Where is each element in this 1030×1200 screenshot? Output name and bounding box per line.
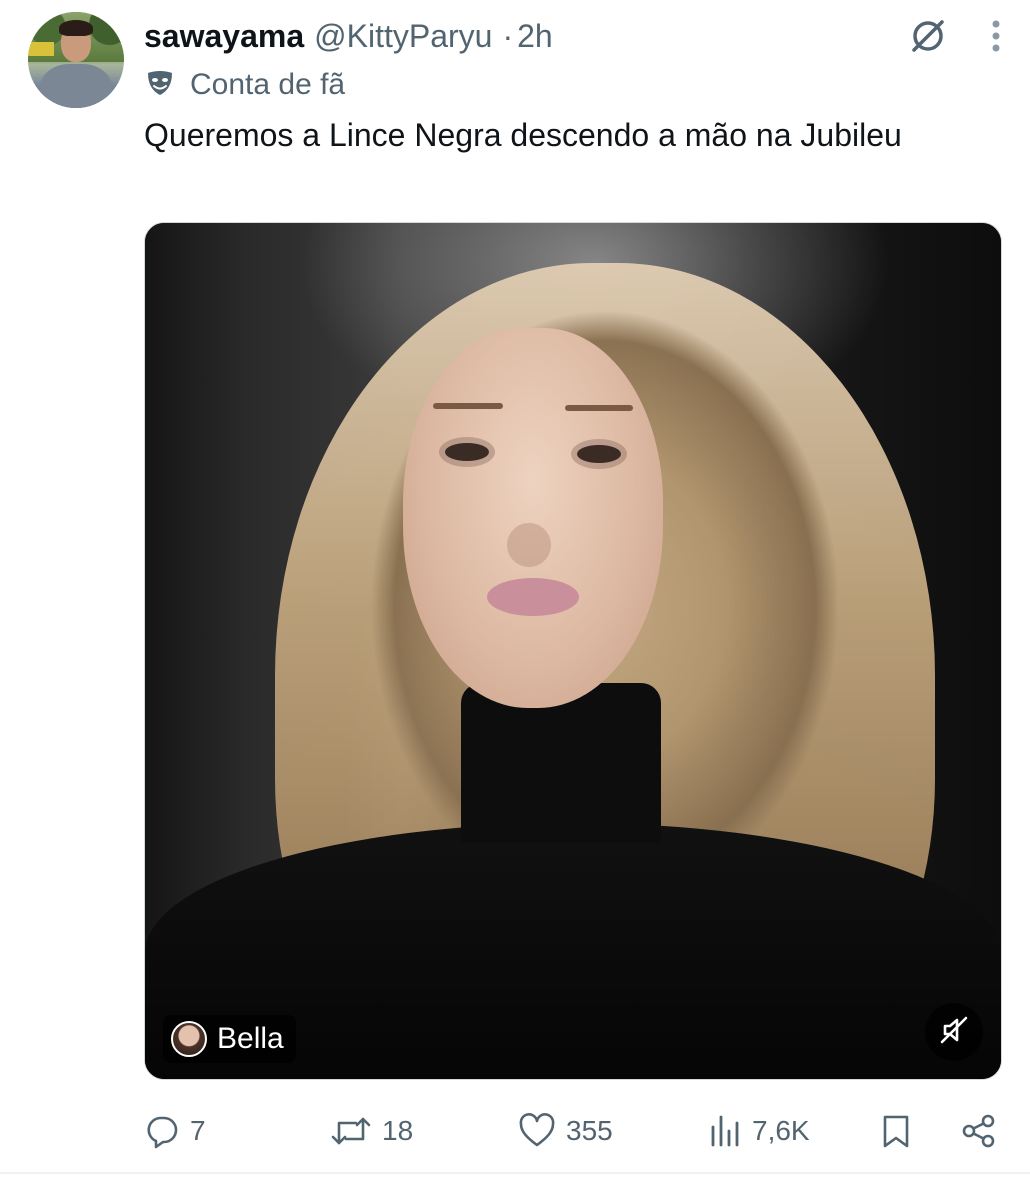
tweet-card: sawayama @KittyParyu · 2h Conta de fã Qu…	[0, 0, 1030, 1200]
share-button[interactable]	[960, 1113, 998, 1149]
media-creator-badge[interactable]: Bella	[163, 1015, 296, 1063]
reply-count: 7	[190, 1115, 206, 1146]
badge-avatar	[171, 1021, 207, 1057]
meta-separator: ·	[502, 17, 514, 54]
retweet-count: 18	[382, 1115, 414, 1146]
author-name[interactable]: sawayama	[144, 18, 304, 55]
grok-icon[interactable]	[906, 14, 950, 58]
badge-name: Bella	[217, 1022, 284, 1055]
views-count: 7,6K	[752, 1115, 810, 1146]
reply-button[interactable]: 7	[144, 1113, 206, 1149]
reply-icon	[144, 1113, 180, 1149]
tweet-header: sawayama @KittyParyu · 2h	[144, 12, 553, 60]
more-icon[interactable]	[990, 16, 1002, 56]
author-handle[interactable]: @KittyParyu	[314, 18, 492, 55]
label-text: Conta de fã	[190, 68, 346, 101]
retweet-button[interactable]: 18	[330, 1113, 413, 1149]
tweet-time[interactable]: 2h	[517, 18, 553, 55]
like-button[interactable]: 355	[518, 1113, 613, 1149]
tweet-divider	[0, 1172, 1030, 1174]
views-button[interactable]: 7,6K	[708, 1113, 810, 1149]
tweet-text: Queremos a Lince Negra descendo a mão na…	[144, 117, 902, 153]
muted-speaker-icon	[937, 1013, 971, 1052]
like-count: 355	[566, 1115, 613, 1146]
mute-button[interactable]	[925, 1003, 983, 1061]
author-avatar[interactable]	[28, 12, 124, 108]
share-icon	[960, 1113, 998, 1149]
account-label: Conta de fã	[144, 64, 345, 106]
theater-mask-icon	[144, 67, 176, 104]
tweet-video[interactable]: Bella	[144, 222, 1002, 1080]
retweet-icon	[330, 1113, 372, 1149]
views-icon	[708, 1113, 742, 1149]
bookmark-button[interactable]	[880, 1113, 912, 1149]
action-bar: 7 18 355 7,6K	[144, 1106, 1000, 1156]
top-actions	[906, 14, 1002, 58]
bookmark-icon	[880, 1113, 912, 1149]
like-icon	[518, 1113, 556, 1149]
